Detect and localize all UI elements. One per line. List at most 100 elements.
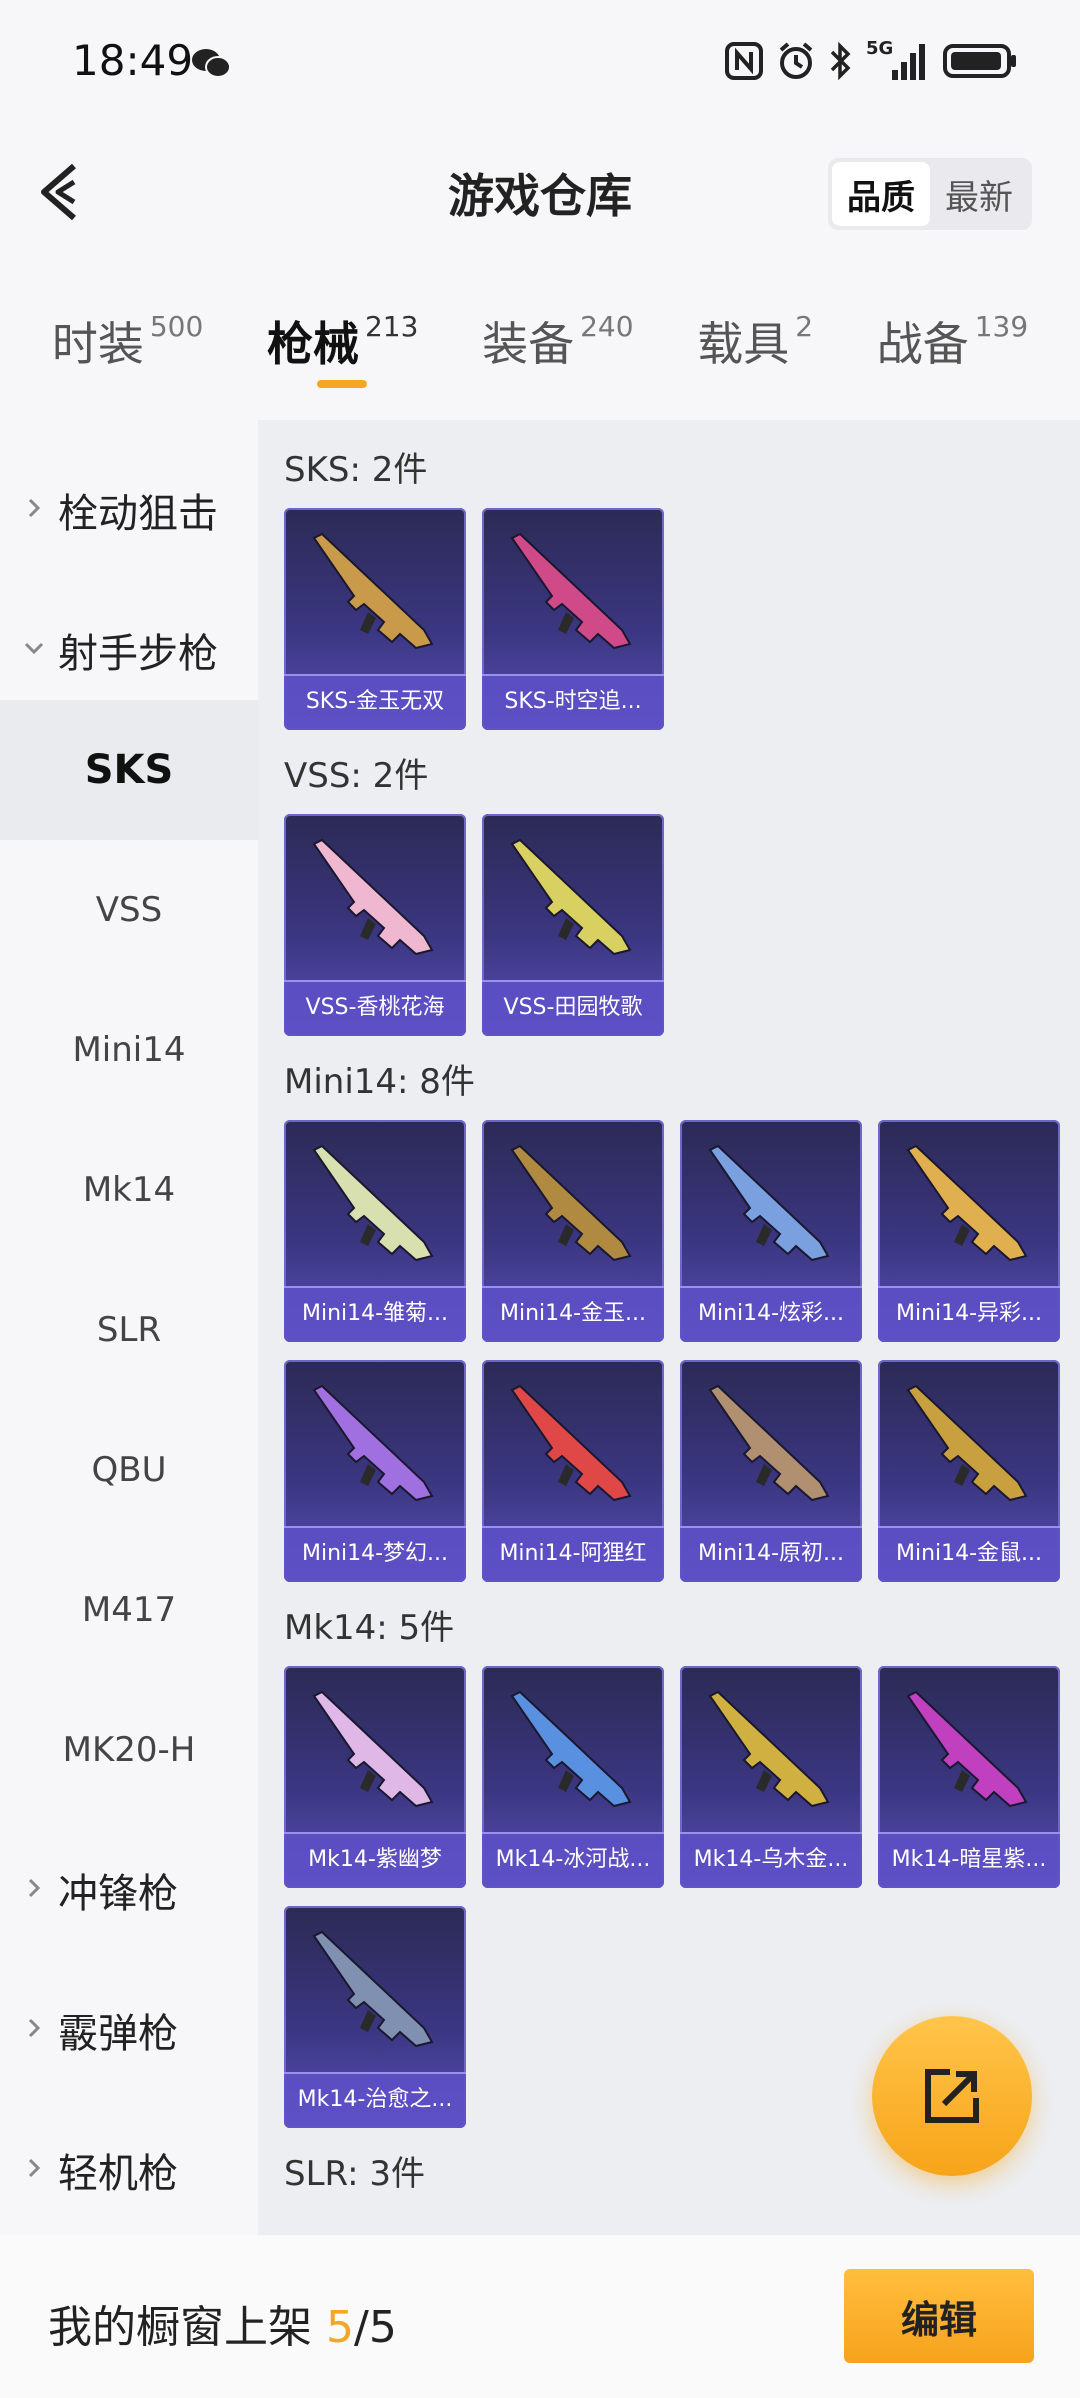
weapon-card[interactable]: SKS-时空追... — [482, 508, 664, 730]
status-bar: 18:49 5G — [0, 0, 1080, 110]
wechat-icon — [192, 49, 231, 78]
weapon-name: SKS-时空追... — [482, 674, 664, 730]
rifle-icon — [312, 1384, 434, 1502]
sidebar-group-shotgun[interactable]: 霰弹枪 — [0, 1960, 258, 2100]
sidebar-item-m417[interactable]: M417 — [0, 1540, 258, 1680]
rifle-icon — [510, 532, 632, 650]
status-time: 18:49 — [72, 36, 194, 85]
tab-vehicles[interactable]: 载具 2 — [697, 300, 813, 374]
rifle-icon — [510, 838, 632, 956]
tab-equipment[interactable]: 装备 240 — [482, 300, 633, 374]
weapon-name: VSS-田园牧歌 — [482, 980, 664, 1036]
showcase-separator: / — [354, 2302, 369, 2353]
weapon-card[interactable]: Mini14-阿狸红 — [482, 1360, 664, 1582]
sidebar-group-smg[interactable]: 冲锋枪 — [0, 1820, 258, 1960]
sidebar-group-label: 轻机枪 — [58, 2151, 178, 2197]
weapon-card[interactable]: Mini14-梦幻... — [284, 1360, 466, 1582]
sidebar-item-vss[interactable]: VSS — [0, 840, 258, 980]
tab-label: 装备 — [482, 317, 575, 371]
weapon-card[interactable]: Mini14-雏菊... — [284, 1120, 466, 1342]
weapon-grid: SKS: 2件 SKS-金玉无双 SKS-时空追... VSS: 2件 VSS-香桃花海… — [258, 420, 1080, 2235]
share-button[interactable] — [872, 2016, 1032, 2176]
category-sidebar: 栓动狙击 射手步枪 SKS VSS Mini14 Mk14 SLR QBU M4… — [0, 420, 258, 2235]
edit-button[interactable]: 编辑 — [844, 2269, 1034, 2363]
sidebar-item-qbu[interactable]: QBU — [0, 1400, 258, 1540]
rifle-icon — [510, 1144, 632, 1262]
sidebar-item-mk14[interactable]: Mk14 — [0, 1120, 258, 1260]
section-title: SKS: 2件 — [284, 450, 428, 490]
header: 游戏仓库 品质 最新 — [0, 110, 1080, 270]
weapon-card[interactable]: Mk14-乌木金... — [680, 1666, 862, 1888]
weapon-card[interactable]: Mini14-金鼠... — [878, 1360, 1060, 1582]
section-title: VSS: 2件 — [284, 756, 429, 796]
weapon-card[interactable]: Mini14-金玉... — [482, 1120, 664, 1342]
tab-firearms[interactable]: 枪械 213 — [266, 300, 419, 388]
weapon-name: Mk14-冰河战... — [482, 1832, 664, 1888]
share-icon — [925, 2069, 979, 2123]
sidebar-group-lmg[interactable]: 轻机枪 — [0, 2100, 258, 2240]
sidebar-item-sks[interactable]: SKS — [0, 700, 258, 840]
weapon-card[interactable]: Mini14-炫彩... — [680, 1120, 862, 1342]
tab-count: 139 — [974, 310, 1029, 343]
chevron-right-icon — [28, 2158, 41, 2178]
tab-supplies[interactable]: 战备 139 — [877, 300, 1028, 374]
tab-count: 240 — [580, 310, 634, 343]
weapon-name: Mini14-金玉... — [482, 1286, 664, 1342]
battery-icon — [943, 44, 1016, 78]
rifle-icon — [708, 1384, 830, 1502]
weapon-name: SKS-金玉无双 — [284, 674, 466, 730]
chevron-right-icon — [28, 1878, 41, 1898]
section-title: Mk14: 5件 — [284, 1608, 455, 1648]
tab-count: 500 — [149, 310, 204, 343]
weapon-card[interactable]: SKS-金玉无双 — [284, 508, 466, 730]
weapon-card[interactable]: Mk14-冰河战... — [482, 1666, 664, 1888]
tab-label: 战备 — [876, 317, 969, 371]
tab-fashion[interactable]: 时装 500 — [52, 300, 203, 374]
weapon-card[interactable]: Mk14-紫幽梦 — [284, 1666, 466, 1888]
sidebar-group-marksman-rifle[interactable]: 射手步枪 — [0, 580, 258, 720]
weapon-name: Mini14-炫彩... — [680, 1286, 862, 1342]
rifle-icon — [708, 1690, 830, 1808]
chevron-right-icon — [28, 498, 41, 518]
sidebar-item-mini14[interactable]: Mini14 — [0, 980, 258, 1120]
nfc-icon — [725, 42, 763, 80]
alarm-icon — [779, 42, 813, 79]
sidebar-group-bolt-sniper[interactable]: 栓动狙击 — [0, 440, 258, 580]
rifle-icon — [312, 1930, 434, 2048]
bluetooth-icon — [830, 41, 851, 81]
sidebar-group-label: 栓动狙击 — [58, 491, 218, 537]
section-title: SLR: 3件 — [284, 2154, 425, 2194]
tab-count: 2 — [795, 310, 814, 343]
weapon-card[interactable]: Mini14-原初... — [680, 1360, 862, 1582]
weapon-name: Mini14-雏菊... — [284, 1286, 466, 1342]
sidebar-item-slr[interactable]: SLR — [0, 1260, 258, 1400]
tab-count: 213 — [364, 310, 419, 343]
main-tabs: 时装 500 枪械 213 装备 240 载具 2 战备 139 — [0, 300, 1080, 410]
rifle-icon — [708, 1144, 830, 1262]
rifle-icon — [510, 1384, 632, 1502]
rifle-icon — [510, 1690, 632, 1808]
rifle-icon — [906, 1690, 1028, 1808]
tab-label: 时装 — [51, 317, 144, 371]
sort-option-quality[interactable]: 品质 — [832, 162, 930, 226]
weapon-name: Mk14-治愈之... — [284, 2072, 466, 2128]
showcase-count: 5 — [326, 2302, 354, 2353]
weapon-name: Mini14-阿狸红 — [482, 1526, 664, 1582]
sort-option-newest[interactable]: 最新 — [930, 162, 1028, 226]
weapon-card[interactable]: VSS-香桃花海 — [284, 814, 466, 1036]
weapon-name: Mk14-乌木金... — [680, 1832, 862, 1888]
weapon-card[interactable]: Mk14-治愈之... — [284, 1906, 466, 2128]
weapon-card[interactable]: VSS-田园牧歌 — [482, 814, 664, 1036]
sidebar-item-mk20h[interactable]: MK20-H — [0, 1680, 258, 1820]
rifle-icon — [906, 1384, 1028, 1502]
rifle-icon — [312, 532, 434, 650]
weapon-card[interactable]: Mk14-暗星紫... — [878, 1666, 1060, 1888]
tab-label: 载具 — [697, 317, 790, 371]
rifle-icon — [312, 1144, 434, 1262]
tab-active-indicator — [316, 380, 367, 388]
weapon-name: VSS-香桃花海 — [284, 980, 466, 1036]
rifle-icon — [312, 838, 434, 956]
tab-label: 枪械 — [266, 317, 359, 371]
weapon-card[interactable]: Mini14-异彩... — [878, 1120, 1060, 1342]
sort-toggle: 品质 最新 — [828, 158, 1032, 230]
